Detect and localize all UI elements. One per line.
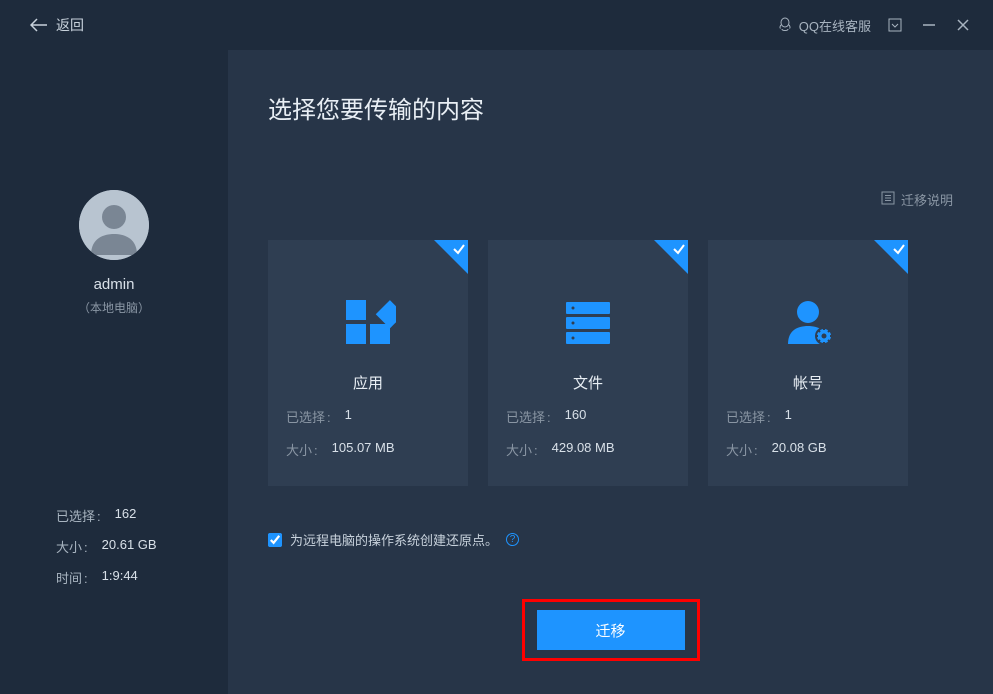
minimize-button[interactable] xyxy=(919,15,939,35)
check-corner xyxy=(434,240,468,274)
card-files-size: 大小 429.08 MB xyxy=(506,440,670,459)
card-accounts-size: 大小 20.08 GB xyxy=(726,440,890,459)
card-stat-label: 大小 xyxy=(506,440,538,459)
card-stat-value: 160 xyxy=(565,407,587,426)
back-arrow-icon xyxy=(30,18,48,32)
content-panel: 选择您要传输的内容 迁移说明 xyxy=(228,50,993,694)
card-files-name: 文件 xyxy=(506,372,670,393)
restore-point-checkbox[interactable] xyxy=(268,533,282,547)
migrate-button[interactable]: 迁移 xyxy=(537,610,685,650)
stat-size-value: 20.61 GB xyxy=(102,537,157,556)
card-apps[interactable]: 应用 已选择 1 大小 105.07 MB xyxy=(268,240,468,486)
card-stat-value: 1 xyxy=(785,407,792,426)
migrate-button-wrap: 迁移 xyxy=(268,599,953,661)
card-stat-label: 大小 xyxy=(726,440,758,459)
category-cards: 应用 已选择 1 大小 105.07 MB xyxy=(268,240,953,486)
card-stat-value: 429.08 MB xyxy=(552,440,615,459)
apps-icon xyxy=(286,276,450,368)
card-files-selected: 已选择 160 xyxy=(506,407,670,426)
card-stat-value: 105.07 MB xyxy=(332,440,395,459)
qq-label: QQ在线客服 xyxy=(799,16,871,35)
card-stat-label: 大小 xyxy=(286,440,318,459)
dropdown-button[interactable] xyxy=(885,15,905,35)
accounts-icon xyxy=(726,276,890,368)
stat-selected: 已选择 162 xyxy=(56,506,228,525)
stat-selected-label: 已选择 xyxy=(56,506,101,525)
card-stat-label: 已选择 xyxy=(506,407,551,426)
stat-time-value: 1:9:44 xyxy=(102,568,138,587)
local-computer-label: （本地电脑） xyxy=(78,299,150,316)
card-accounts-selected: 已选择 1 xyxy=(726,407,890,426)
sidebar: admin （本地电脑） 已选择 162 大小 20.61 GB 时间 1:9:… xyxy=(0,50,228,694)
check-corner xyxy=(654,240,688,274)
card-stat-value: 1 xyxy=(345,407,352,426)
back-label: 返回 xyxy=(56,15,84,35)
stat-time-label: 时间 xyxy=(56,568,88,587)
stat-time: 时间 1:9:44 xyxy=(56,568,228,587)
files-icon xyxy=(506,276,670,368)
qq-icon xyxy=(777,16,793,35)
close-button[interactable] xyxy=(953,15,973,35)
stat-selected-value: 162 xyxy=(115,506,137,525)
card-apps-selected: 已选择 1 xyxy=(286,407,450,426)
check-corner xyxy=(874,240,908,274)
card-accounts-name: 帐号 xyxy=(726,372,890,393)
stat-size: 大小 20.61 GB xyxy=(56,537,228,556)
header: 返回 QQ在线客服 xyxy=(0,0,993,50)
qq-support-link[interactable]: QQ在线客服 xyxy=(777,16,871,35)
highlight-frame: 迁移 xyxy=(522,599,700,661)
stat-size-label: 大小 xyxy=(56,537,88,556)
header-right: QQ在线客服 xyxy=(777,15,973,35)
card-stat-value: 20.08 GB xyxy=(772,440,827,459)
help-label: 迁移说明 xyxy=(901,190,953,209)
card-stat-label: 已选择 xyxy=(726,407,771,426)
card-files[interactable]: 文件 已选择 160 大小 429.08 MB xyxy=(488,240,688,486)
sidebar-stats: 已选择 162 大小 20.61 GB 时间 1:9:44 xyxy=(0,506,228,599)
username: admin xyxy=(94,276,135,293)
help-link[interactable]: 迁移说明 xyxy=(881,190,953,209)
card-apps-size: 大小 105.07 MB xyxy=(286,440,450,459)
card-accounts[interactable]: 帐号 已选择 1 大小 20.08 GB xyxy=(708,240,908,486)
help-icon[interactable]: ? xyxy=(506,533,519,546)
list-icon xyxy=(881,191,895,208)
card-stat-label: 已选择 xyxy=(286,407,331,426)
back-button[interactable]: 返回 xyxy=(30,15,84,35)
restore-point-row: 为远程电脑的操作系统创建还原点。 ? xyxy=(268,530,953,549)
avatar xyxy=(79,190,149,260)
restore-point-label: 为远程电脑的操作系统创建还原点。 xyxy=(290,530,498,549)
card-apps-name: 应用 xyxy=(286,372,450,393)
page-title: 选择您要传输的内容 xyxy=(268,90,953,125)
